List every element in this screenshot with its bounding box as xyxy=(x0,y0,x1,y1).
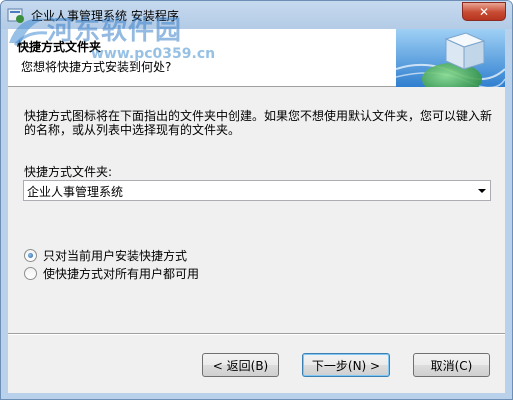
footer-divider xyxy=(8,333,505,335)
installer-window: 企业人事管理系统 安装程序 ✕ 快捷方式文件夹 您想将快捷方式安装到何处? 快捷… xyxy=(0,0,513,400)
chevron-down-icon[interactable] xyxy=(478,189,486,193)
close-button[interactable]: ✕ xyxy=(462,2,506,21)
folder-label: 快捷方式文件夹: xyxy=(24,165,113,179)
description-text: 快捷方式图标将在下面指出的文件夹中创建。如果您不想使用默认文件夹，您可以键入新的… xyxy=(24,109,493,137)
folder-value: 企业人事管理系统 xyxy=(27,185,124,199)
cancel-button[interactable]: 取消(C) xyxy=(413,353,490,377)
back-button[interactable]: < 返回(B) xyxy=(202,353,279,377)
radio-all-users-label: 使快捷方式对所有用户都可用 xyxy=(43,266,200,281)
close-icon: ✕ xyxy=(478,4,490,19)
folder-combobox[interactable]: 企业人事管理系统 xyxy=(23,180,491,201)
wizard-client: 快捷方式文件夹 您想将快捷方式安装到何处? 快捷方式图标将在下面指出的文件夹中创… xyxy=(8,29,505,393)
radio-current-user[interactable]: 只对当前用户安装快捷方式 xyxy=(24,247,187,263)
radio-all-users[interactable]: 使快捷方式对所有用户都可用 xyxy=(24,265,199,281)
radio-current-user-button[interactable] xyxy=(24,248,37,262)
next-button[interactable]: 下一步(N) > xyxy=(302,353,390,377)
radio-current-user-label: 只对当前用户安装快捷方式 xyxy=(43,248,188,263)
globe-cube-icon xyxy=(396,29,505,87)
watermark-title: 河东软件园 xyxy=(47,16,183,46)
radio-all-users-button[interactable] xyxy=(24,266,37,280)
watermark-logo-icon xyxy=(9,18,48,47)
watermark-url: www.pc0359.cn xyxy=(91,46,216,62)
